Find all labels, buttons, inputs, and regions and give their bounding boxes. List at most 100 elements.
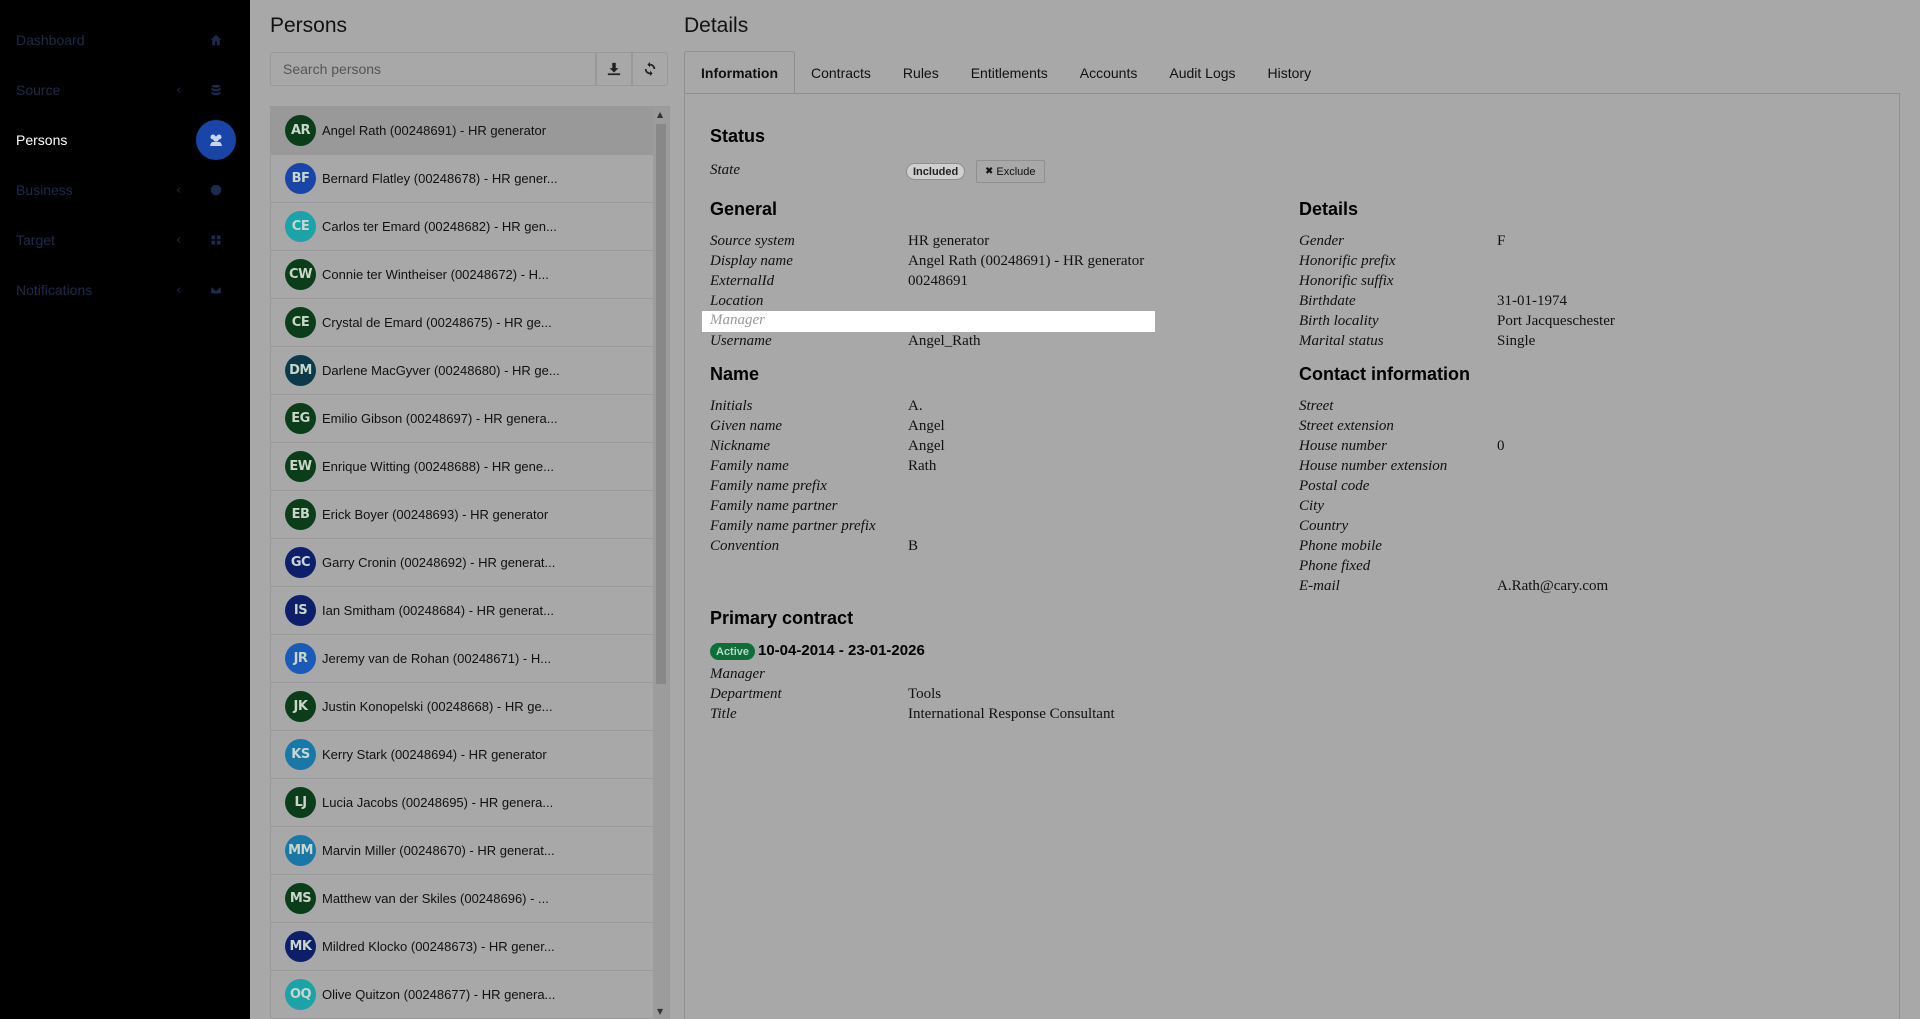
avatar: KS xyxy=(285,739,316,770)
sidebar: Dashboard Source ‹ Persons Business ‹ Ta… xyxy=(0,0,250,1019)
person-name: Olive Quitzon (00248677) - HR genera... xyxy=(322,987,556,1002)
avatar: OQ xyxy=(285,979,316,1010)
list-item[interactable]: CE Crystal de Emard (00248675) - HR ge... xyxy=(271,299,655,347)
convention-label: Convention xyxy=(710,538,780,554)
avatar: JR xyxy=(285,643,316,674)
avatar: MM xyxy=(285,835,316,866)
list-item[interactable]: JK Justin Konopelski (00248668) - HR ge..… xyxy=(271,683,655,731)
country-label: Country xyxy=(1299,518,1349,534)
exclude-button[interactable]: ✖ Exclude xyxy=(976,160,1045,183)
nav-item-persons[interactable]: Persons xyxy=(0,118,250,162)
person-name: Bernard Flatley (00248678) - HR gener... xyxy=(322,171,558,186)
display-name-value: Angel Rath (00248691) - HR generator xyxy=(908,253,1145,269)
list-item[interactable]: CE Carlos ter Emard (00248682) - HR gen..… xyxy=(271,203,655,251)
family-name-prefix-label: Family name prefix xyxy=(710,478,827,494)
nav-label: Business xyxy=(16,182,73,198)
list-item[interactable]: MS Matthew van der Skiles (00248696) - ..… xyxy=(271,875,655,923)
download-icon xyxy=(607,62,621,76)
list-item[interactable]: KS Kerry Stark (00248694) - HR generator xyxy=(271,731,655,779)
status-heading: Status xyxy=(710,126,766,146)
list-item[interactable]: AR Angel Rath (00248691) - HR generator xyxy=(271,107,655,155)
globe-icon xyxy=(206,180,226,200)
given-name-value: Angel xyxy=(908,418,945,434)
house-number-extension-label: House number extension xyxy=(1299,458,1448,474)
list-item[interactable]: GC Garry Cronin (00248692) - HR generat..… xyxy=(271,539,655,587)
chevron-left-icon: ‹ xyxy=(176,82,182,98)
general-heading: General xyxy=(710,199,778,219)
avatar: GC xyxy=(285,547,316,578)
tab-entitlements[interactable]: Entitlements xyxy=(955,51,1064,94)
external-id-value: 00248691 xyxy=(908,273,968,289)
nav-label: Notifications xyxy=(16,282,93,298)
person-name: Ian Smitham (00248684) - HR generat... xyxy=(322,603,554,618)
avatar: CW xyxy=(285,259,316,290)
list-item[interactable]: LJ Lucia Jacobs (00248695) - HR genera... xyxy=(271,779,655,827)
list-item[interactable]: OQ Olive Quitzon (00248677) - HR genera..… xyxy=(271,971,655,1019)
tab-bar: Information Contracts Rules Entitlements… xyxy=(684,51,1327,94)
home-icon xyxy=(206,30,226,50)
list-item[interactable]: MK Mildred Klocko (00248673) - HR gener..… xyxy=(271,923,655,971)
list-item[interactable]: DM Darlene MacGyver (00248680) - HR ge... xyxy=(271,347,655,395)
email-label: E-mail xyxy=(1299,578,1340,594)
tab-information[interactable]: Information xyxy=(684,51,795,94)
avatar: AR xyxy=(285,115,316,146)
person-name: Crystal de Emard (00248675) - HR ge... xyxy=(322,315,552,330)
source-system-label: Source system xyxy=(710,233,795,249)
tab-audit-logs[interactable]: Audit Logs xyxy=(1153,51,1251,94)
marital-status-label: Marital status xyxy=(1299,333,1384,349)
tab-rules[interactable]: Rules xyxy=(887,51,955,94)
list-item[interactable]: BF Bernard Flatley (00248678) - HR gener.… xyxy=(271,155,655,203)
person-name: Jeremy van de Rohan (00248671) - H... xyxy=(322,651,552,666)
database-icon xyxy=(206,80,226,100)
list-item[interactable]: EB Erick Boyer (00248693) - HR generator xyxy=(271,491,655,539)
tab-accounts[interactable]: Accounts xyxy=(1064,51,1154,94)
house-number-value: 0 xyxy=(1497,438,1505,454)
personal-details-heading: Details xyxy=(1299,199,1359,219)
tab-contracts[interactable]: Contracts xyxy=(795,51,887,94)
nav-item-source[interactable]: Source ‹ xyxy=(0,68,250,112)
marital-status-value: Single xyxy=(1497,333,1536,349)
contact-heading: Contact information xyxy=(1299,364,1470,384)
tab-history[interactable]: History xyxy=(1252,51,1328,94)
contract-dates: 10-04-2014 - 23-01-2026 xyxy=(758,642,925,659)
list-item[interactable]: EW Enrique Witting (00248688) - HR gene..… xyxy=(271,443,655,491)
nav-item-business[interactable]: Business ‹ xyxy=(0,168,250,212)
person-name: Matthew van der Skiles (00248696) - ... xyxy=(322,891,549,906)
scrollbar[interactable]: ▲ ▼ xyxy=(653,107,669,1019)
gender-label: Gender xyxy=(1299,233,1344,249)
person-name: Angel Rath (00248691) - HR generator xyxy=(322,123,547,138)
list-item[interactable]: IS Ian Smitham (00248684) - HR generat... xyxy=(271,587,655,635)
avatar: MK xyxy=(285,931,316,962)
phone-mobile-label: Phone mobile xyxy=(1299,538,1382,554)
download-button[interactable] xyxy=(596,52,632,86)
person-name: Enrique Witting (00248688) - HR gene... xyxy=(322,459,554,474)
name-heading: Name xyxy=(710,364,760,384)
scroll-up-icon[interactable]: ▲ xyxy=(657,110,663,119)
person-name: Lucia Jacobs (00248695) - HR genera... xyxy=(322,795,554,810)
scroll-down-icon[interactable]: ▼ xyxy=(657,1007,663,1016)
display-name-label: Display name xyxy=(710,253,793,269)
person-name: Marvin Miller (00248670) - HR generat... xyxy=(322,843,555,858)
nav-item-notifications[interactable]: Notifications ‹ xyxy=(0,268,250,312)
avatar: EW xyxy=(285,451,316,482)
state-label: State xyxy=(710,162,740,178)
avatar: DM xyxy=(285,355,316,386)
birthdate-label: Birthdate xyxy=(1299,293,1356,309)
refresh-button[interactable] xyxy=(632,52,668,86)
scroll-thumb[interactable] xyxy=(656,124,666,684)
list-item[interactable]: EG Emilio Gibson (00248697) - HR genera..… xyxy=(271,395,655,443)
nav-item-dashboard[interactable]: Dashboard xyxy=(0,18,250,62)
list-item[interactable]: MM Marvin Miller (00248670) - HR generat.… xyxy=(271,827,655,875)
search-input[interactable] xyxy=(270,52,596,86)
birth-locality-label: Birth locality xyxy=(1299,313,1379,329)
users-icon xyxy=(196,120,236,160)
list-item[interactable]: JR Jeremy van de Rohan (00248671) - H... xyxy=(271,635,655,683)
nickname-value: Angel xyxy=(908,438,945,454)
avatar: JK xyxy=(285,691,316,722)
avatar: IS xyxy=(285,595,316,626)
nav-item-target[interactable]: Target ‹ xyxy=(0,218,250,262)
phone-fixed-label: Phone fixed xyxy=(1299,558,1371,574)
list-item[interactable]: CW Connie ter Wintheiser (00248672) - H..… xyxy=(271,251,655,299)
gender-value: F xyxy=(1497,233,1506,249)
honorific-suffix-label: Honorific suffix xyxy=(1299,273,1394,289)
